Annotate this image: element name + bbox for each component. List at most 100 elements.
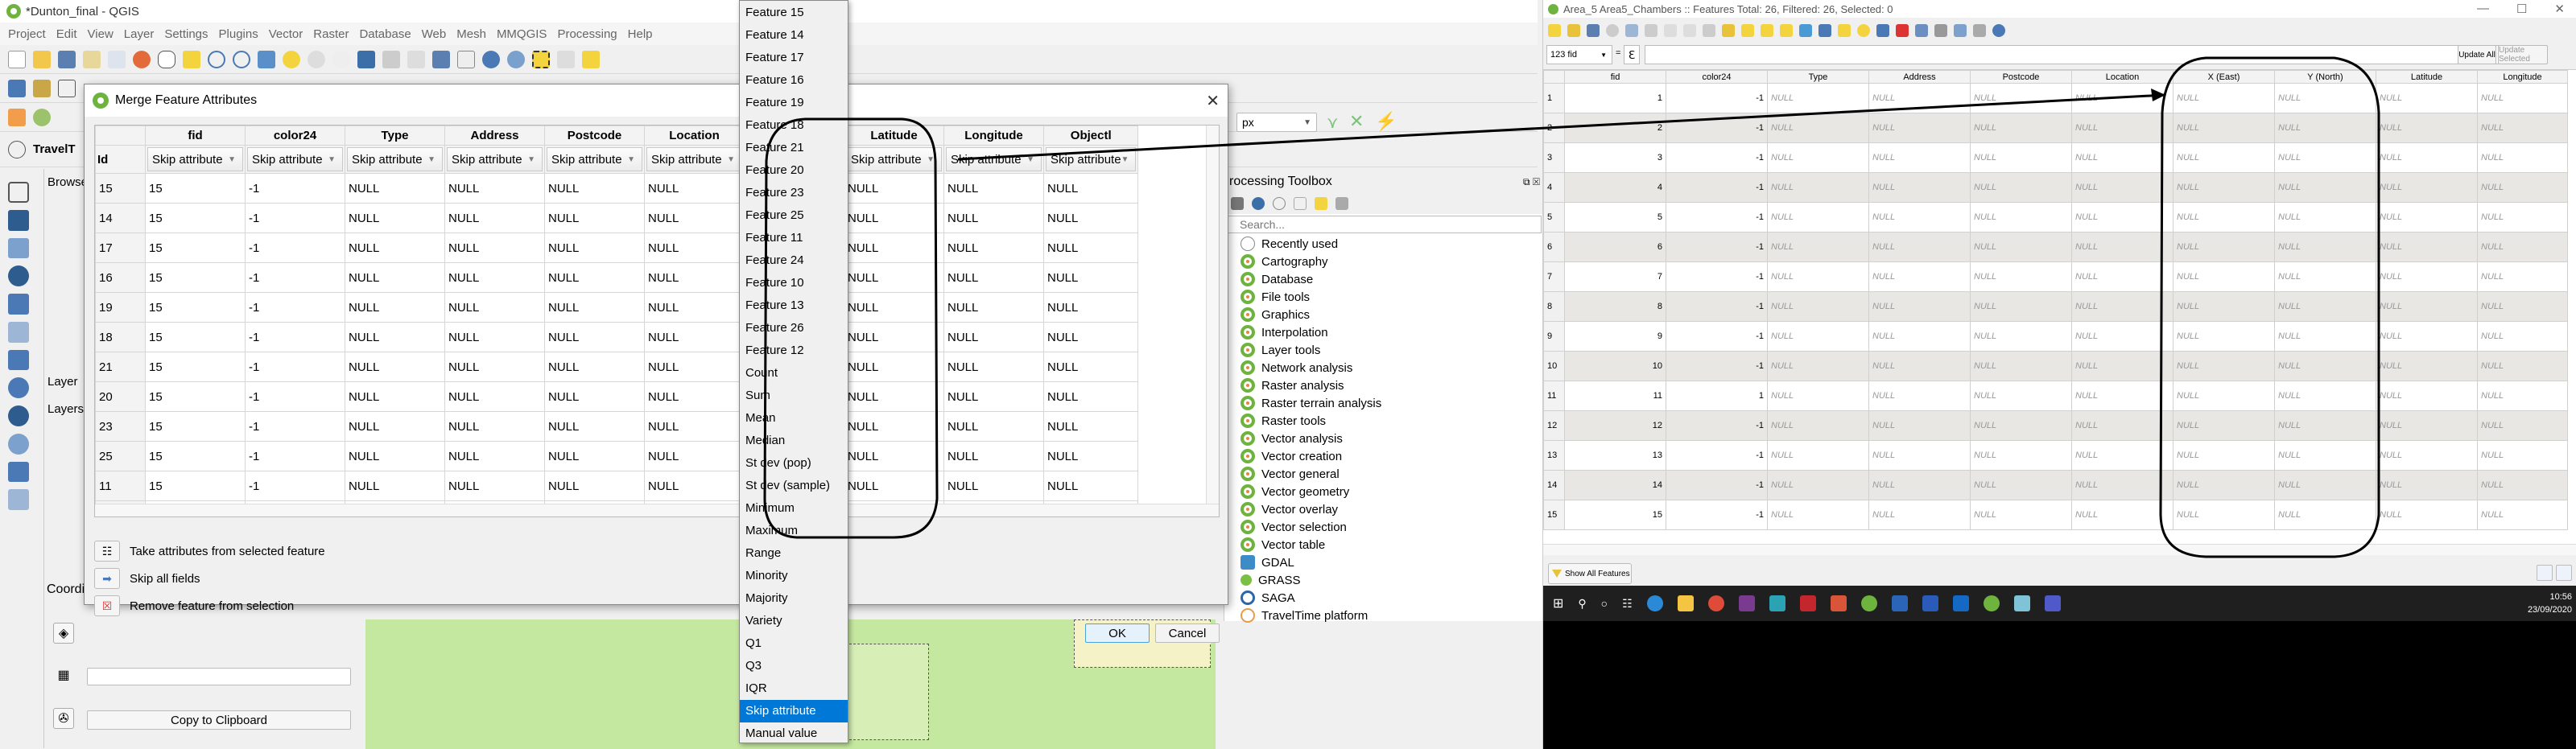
toolbox-item[interactable]: Network analysis	[1241, 359, 1381, 377]
merge-table-row[interactable]: 2115-1NULLNULLNULLNULL44132.110125...NUL…	[95, 352, 1139, 382]
row-number[interactable]: 4	[1543, 172, 1565, 203]
table-view-icon[interactable]	[2556, 565, 2572, 581]
expression-builder-icon[interactable]: ℇ	[1624, 45, 1640, 64]
column-header[interactable]: Longitude	[2477, 70, 2568, 84]
add-wms-icon[interactable]	[8, 377, 29, 399]
table-row[interactable]: 12 12 -1 NULL NULL NULL NULL NULL NULL NULL NULL	[1543, 410, 2568, 441]
cell-color24[interactable]: -1	[1666, 500, 1768, 530]
zoom-full-icon[interactable]	[258, 50, 275, 68]
visio-icon[interactable]	[1891, 595, 1908, 611]
cell-null[interactable]: NULL	[2173, 351, 2275, 381]
multi-edit-icon[interactable]	[1567, 24, 1580, 37]
dropdown-option[interactable]: Feature 26	[740, 317, 848, 340]
row-number[interactable]: 8	[1543, 291, 1565, 322]
point-pattern-icon[interactable]	[33, 108, 51, 126]
dropdown-option[interactable]: Median	[740, 430, 848, 452]
cell-null[interactable]: NULL	[2274, 351, 2376, 381]
toolbox-item[interactable]: Vector table	[1241, 536, 1381, 554]
cell-null[interactable]: NULL	[2071, 321, 2174, 352]
toolbox-item[interactable]: Raster tools	[1241, 412, 1381, 430]
new-shapefile-icon[interactable]	[8, 461, 29, 483]
cell-fid[interactable]: 15	[1564, 500, 1666, 530]
identify-features-icon[interactable]	[482, 50, 500, 68]
cell-null[interactable]: NULL	[1767, 261, 1869, 292]
cell-null[interactable]: NULL	[1868, 321, 1971, 352]
cell-null[interactable]: NULL	[2477, 202, 2568, 233]
pan-hand-icon[interactable]	[158, 50, 175, 68]
row-number[interactable]: 9	[1543, 321, 1565, 352]
row-number[interactable]: 11	[1543, 381, 1565, 411]
vertical-scrollbar[interactable]	[1206, 126, 1219, 516]
delete-field-icon[interactable]	[1896, 24, 1909, 37]
cell-null[interactable]: NULL	[2376, 351, 2478, 381]
toolbox-item[interactable]: File tools	[1241, 288, 1381, 306]
toolbox-item[interactable]: Graphics	[1241, 306, 1381, 323]
cell-null[interactable]: NULL	[2274, 172, 2376, 203]
options-wrench-icon[interactable]	[1335, 197, 1348, 210]
cell-null[interactable]: NULL	[2376, 142, 2478, 173]
add-delimited-text-icon[interactable]	[8, 265, 29, 287]
merge-option-select[interactable]: Skip attribute ▼	[147, 147, 243, 171]
cut-icon[interactable]	[1664, 24, 1677, 37]
merge-option-select[interactable]: Skip attribute ▼	[447, 147, 543, 171]
merge-table-row[interactable]: 2015-1NULLNULLNULLNULL44132.110125...NUL…	[95, 381, 1139, 412]
deselect-icon[interactable]	[1780, 24, 1793, 37]
cell-null[interactable]: NULL	[2173, 83, 2275, 113]
cell-null[interactable]: NULL	[1767, 470, 1869, 500]
cell-null[interactable]: NULL	[1868, 470, 1971, 500]
toolbox-item[interactable]: Vector general	[1241, 465, 1381, 483]
cell-null[interactable]: NULL	[1970, 440, 2072, 471]
row-id[interactable]: 18	[95, 322, 146, 352]
table-row[interactable]: 2 2 -1 NULL NULL NULL NULL NULL NULL NULL NULL	[1543, 113, 2568, 143]
teams-icon[interactable]	[2044, 595, 2061, 611]
cell-null[interactable]: NULL	[1970, 321, 2072, 352]
cell-null[interactable]: NULL	[2477, 351, 2568, 381]
toolbox-item[interactable]: Recently used	[1241, 235, 1381, 253]
add-db2-icon[interactable]	[8, 349, 29, 371]
cell-null[interactable]: NULL	[2274, 500, 2376, 530]
actions-icon[interactable]	[1992, 24, 2005, 37]
save-project-icon[interactable]	[58, 50, 76, 68]
open-project-icon[interactable]	[33, 50, 51, 68]
cell-color24[interactable]: -1	[1666, 321, 1768, 352]
column-header[interactable]: Location	[2071, 70, 2174, 84]
cell-null[interactable]: NULL	[2071, 172, 2174, 203]
table-row[interactable]: 1 1 -1 NULL NULL NULL NULL NULL NULL NULL NULL	[1543, 83, 2568, 113]
row-id[interactable]: 15	[95, 173, 146, 204]
cell-null[interactable]: NULL	[1868, 142, 1971, 173]
cell-null[interactable]: NULL	[2173, 321, 2275, 352]
column-header[interactable]: color24	[1666, 70, 1768, 84]
zoom-to-selected-icon[interactable]	[1857, 24, 1870, 37]
pan-to-selected-icon[interactable]	[1838, 24, 1851, 37]
toolbox-item[interactable]: GRASS	[1238, 571, 1381, 589]
cell-null[interactable]: NULL	[2376, 202, 2478, 233]
maximize-icon[interactable]: ☐	[2516, 2, 2527, 16]
merge-table-row[interactable]: 2315-1NULLNULLNULLNULL44132.110125...NUL…	[95, 411, 1139, 442]
toolbox-item[interactable]: Vector creation	[1241, 447, 1381, 465]
cell-null[interactable]: NULL	[1868, 500, 1971, 530]
add-virtual-layer-icon[interactable]	[8, 321, 29, 343]
cell-null[interactable]: NULL	[2274, 440, 2376, 471]
column-header[interactable]: Latitude	[2376, 70, 2478, 84]
menu-layer[interactable]: Layer	[124, 27, 155, 41]
zoom-in-icon[interactable]	[208, 50, 225, 68]
dropdown-option[interactable]: Feature 11	[740, 227, 848, 249]
system-clock[interactable]: 10:56 23/09/2020	[2528, 591, 2572, 616]
toolbox-search-input[interactable]: Search...	[1228, 216, 1542, 233]
close-icon[interactable]: ✕	[2554, 2, 2565, 16]
save-edits-icon[interactable]	[1587, 24, 1600, 37]
snapping-tracing-icon[interactable]: ⚡	[1375, 111, 1397, 132]
cell-null[interactable]: NULL	[2173, 261, 2275, 292]
menu-view[interactable]: View	[88, 27, 114, 41]
toolbox-item[interactable]: Raster terrain analysis	[1241, 394, 1381, 412]
merge-table-row[interactable]: 1115-1NULLNULLNULLNULL44132.110125...NUL…	[95, 471, 1139, 501]
merge-table-row[interactable]: 1915-1NULLNULLNULLNULL44132.110125...NUL…	[95, 292, 1139, 323]
run-action-icon[interactable]	[507, 50, 525, 68]
row-id[interactable]: 17	[95, 233, 146, 263]
data-source-manager-icon[interactable]	[8, 79, 26, 97]
cell-null[interactable]: NULL	[1868, 172, 1971, 203]
cell-null[interactable]: NULL	[2477, 261, 2568, 292]
dropdown-option[interactable]: Majority	[740, 587, 848, 610]
cell-null[interactable]: NULL	[2477, 291, 2568, 322]
cell-null[interactable]: NULL	[1868, 291, 1971, 322]
